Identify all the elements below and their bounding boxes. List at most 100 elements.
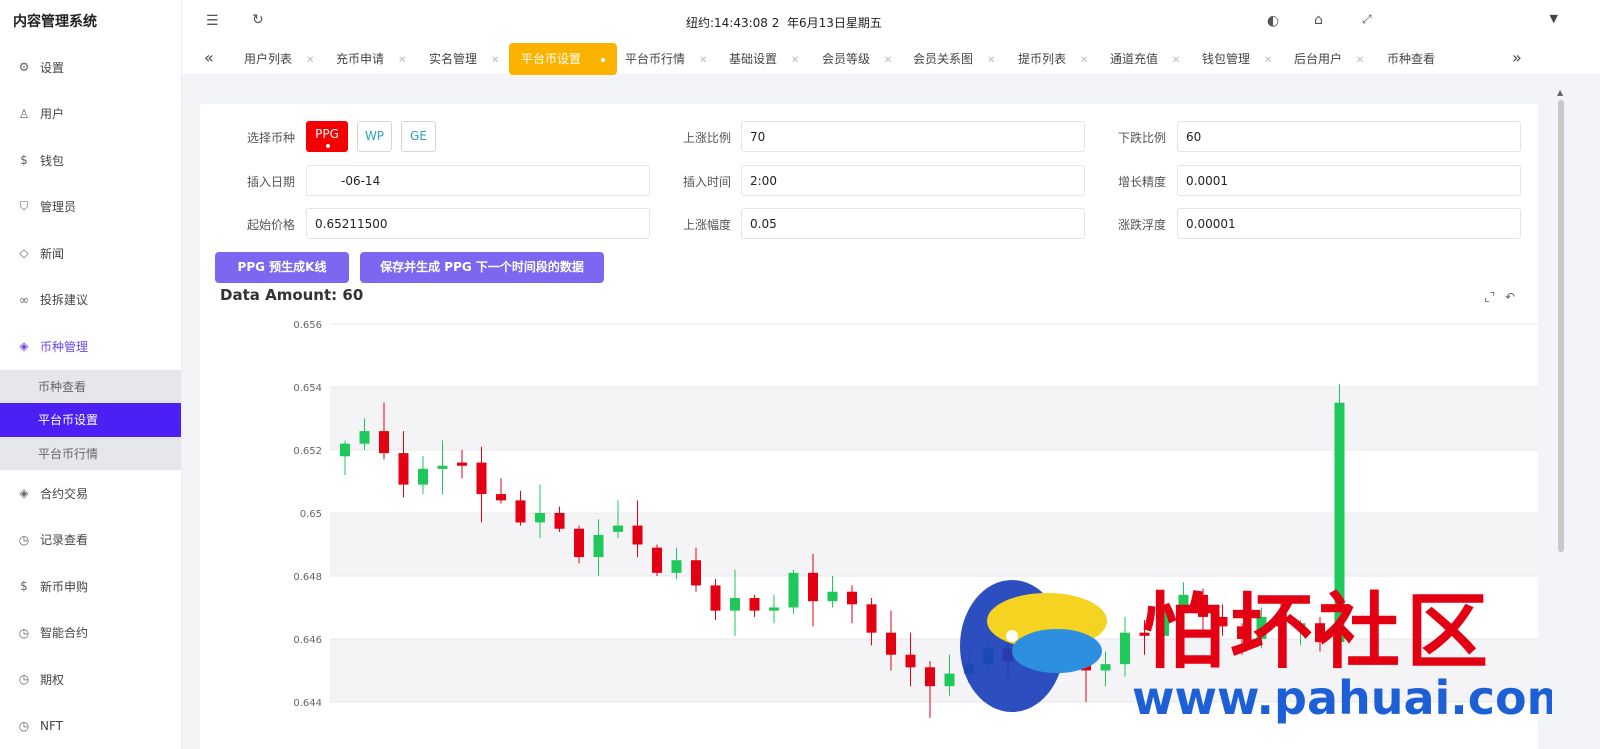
zoom-icon[interactable]: ⌞⌝ (1484, 290, 1495, 304)
candle-up[interactable] (827, 591, 838, 602)
tab-item[interactable]: 通道充值 ✕ (1110, 44, 1180, 74)
close-icon[interactable]: ✕ (699, 55, 707, 66)
tab-label: 实名管理 (429, 52, 478, 66)
candle-down[interactable] (515, 500, 526, 523)
candle-down[interactable] (632, 525, 643, 545)
scrollbar-thumb[interactable] (1558, 100, 1564, 552)
palette-icon[interactable]: ◐ (1267, 13, 1279, 29)
tab-item[interactable]: 平台币行情 ✕ (625, 44, 707, 74)
candle-down[interactable] (379, 431, 389, 454)
tab-item[interactable]: 基础设置 ✕ (729, 44, 799, 74)
candle-down[interactable] (847, 591, 857, 605)
sidebar-item[interactable]: ⚙ 设置 (0, 44, 181, 91)
coin-option-ppg[interactable]: PPG (306, 121, 348, 152)
rise-input[interactable]: 0.05 (741, 208, 1085, 239)
submenu-item-coin-view[interactable]: 币种查看 (0, 370, 181, 404)
insert-time-input[interactable]: 2:00 (741, 165, 1085, 196)
close-icon[interactable]: ✕ (398, 55, 406, 66)
candle-down[interactable] (496, 494, 506, 501)
candle-down[interactable] (749, 598, 760, 611)
candle-up[interactable] (437, 465, 448, 469)
save-generate-button[interactable]: 保存并生成 PPG 下一个时间段的数据 (360, 252, 604, 283)
candle-down[interactable] (398, 453, 409, 485)
close-icon[interactable]: ✕ (884, 55, 892, 66)
sidebar-item[interactable]: ◇ 新闻 (0, 230, 181, 277)
sidebar-item[interactable]: ⛉ 管理员 (0, 184, 181, 231)
candle-up[interactable] (671, 560, 682, 573)
start-price-input[interactable]: 0.65211500 (306, 208, 650, 239)
pregenerate-kline-button[interactable]: PPG 预生成K线 (215, 252, 349, 283)
insert-date-input[interactable]: -06-14 (306, 165, 650, 196)
scroll-up-icon[interactable]: ▲ (1557, 88, 1563, 97)
candle-up[interactable] (535, 512, 545, 523)
tab-label: 币种查看 (1387, 52, 1436, 66)
tab-item[interactable]: 平台币设置 (509, 43, 618, 75)
float-input[interactable]: 0.00001 (1177, 208, 1521, 239)
candle-down[interactable] (710, 585, 721, 611)
candle-up[interactable] (730, 598, 740, 611)
sidebar-item[interactable]: ∞ 投拆建议 (0, 277, 181, 324)
fullscreen-icon[interactable]: ⤢ (1362, 12, 1372, 27)
tab-item[interactable]: 后台用户 ✕ (1294, 44, 1364, 74)
close-icon[interactable]: ✕ (1356, 55, 1364, 66)
refresh-icon[interactable]: ↻ (252, 12, 264, 28)
menu-collapse-icon[interactable]: ☰ (206, 13, 219, 29)
candle-down[interactable] (652, 547, 662, 573)
sidebar-item[interactable]: ◈ 合约交易 (0, 470, 181, 517)
candle-down[interactable] (905, 654, 916, 668)
candle-up[interactable] (593, 535, 604, 558)
candle-down[interactable] (886, 632, 896, 655)
candle-down[interactable] (808, 572, 818, 602)
sidebar-item[interactable]: ♙ 用户 (0, 91, 181, 138)
close-icon[interactable]: ✕ (1172, 55, 1180, 66)
close-icon[interactable]: ✕ (1080, 55, 1088, 66)
tab-item[interactable]: 提币列表 ✕ (1018, 44, 1088, 74)
close-icon[interactable]: ✕ (306, 55, 314, 66)
up-ratio-input[interactable]: 70 (741, 121, 1085, 152)
candle-down[interactable] (476, 462, 487, 495)
scrollbar[interactable]: ▲ (1556, 88, 1566, 749)
tab-item[interactable]: 用户列表 ✕ (244, 44, 314, 74)
tabs-scroll-right-icon[interactable]: » (1512, 48, 1522, 67)
sidebar-item[interactable]: ◷ 期权 (0, 656, 181, 703)
candle-down[interactable] (574, 528, 584, 558)
tab-item[interactable]: 充币申请 ✕ (336, 44, 406, 74)
tab-item[interactable]: 钱包管理 ✕ (1202, 44, 1272, 74)
up-ratio-label: 上涨比例 (683, 131, 732, 145)
submenu-item-platform-coin-market[interactable]: 平台币行情 (0, 437, 181, 471)
tag-icon[interactable]: ⌂ (1314, 12, 1323, 28)
candle-up[interactable] (340, 443, 350, 457)
sidebar-item[interactable]: $ 新币申购 (0, 563, 181, 610)
tab-item[interactable]: 会员关系图 ✕ (913, 44, 995, 74)
sidebar-item[interactable]: ◈ 币种管理 (0, 323, 181, 370)
close-icon[interactable]: ✕ (791, 55, 799, 66)
candle-up[interactable] (769, 607, 779, 611)
tab-item[interactable]: 实名管理 ✕ (429, 44, 499, 74)
submenu-item-platform-coin-settings[interactable]: 平台币设置 (0, 403, 181, 437)
zoom-reset-icon[interactable]: ↶ (1505, 290, 1515, 304)
sidebar-item[interactable]: $ 钱包 (0, 137, 181, 184)
candle-down[interactable] (554, 512, 565, 529)
candle-up[interactable] (613, 525, 623, 532)
down-ratio-input[interactable]: 60 (1177, 121, 1521, 152)
candle-up[interactable] (359, 431, 370, 444)
close-icon[interactable]: ✕ (491, 55, 499, 66)
candle-down[interactable] (691, 560, 701, 586)
sidebar-item[interactable]: ◷ 记录查看 (0, 517, 181, 564)
sidebar-item[interactable]: ◷ NFT (0, 703, 181, 749)
coin-option-wp[interactable]: WP (357, 121, 392, 152)
close-icon[interactable]: ✕ (987, 55, 995, 66)
close-icon[interactable]: ✕ (1264, 55, 1272, 66)
candle-up[interactable] (418, 468, 428, 485)
precision-input[interactable]: 0.0001 (1177, 165, 1521, 196)
candle-down[interactable] (866, 604, 877, 633)
candle-down[interactable] (925, 667, 935, 687)
tab-item[interactable]: 会员等级 ✕ (822, 44, 892, 74)
tabs-scroll-left-icon[interactable]: « (204, 48, 214, 67)
candle-up[interactable] (788, 572, 799, 608)
user-dropdown[interactable]: ▼ (1402, 10, 1562, 34)
sidebar-item[interactable]: ◷ 智能合约 (0, 610, 181, 657)
tab-item[interactable]: 币种查看 (1387, 44, 1435, 74)
candle-down[interactable] (457, 462, 467, 466)
coin-option-ge[interactable]: GE (401, 121, 436, 152)
